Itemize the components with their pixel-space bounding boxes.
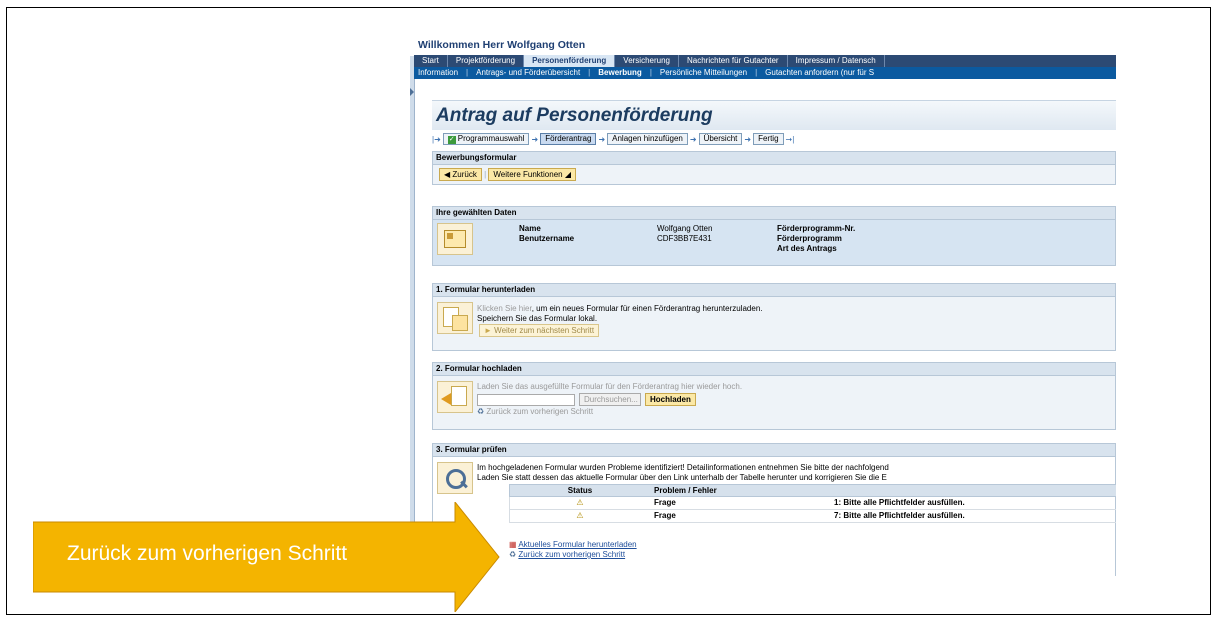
row-message: 7: Bitte alle Pflichtfelder ausfüllen. (834, 511, 965, 520)
top-navigation: Start Projektförderung Personenförderung… (414, 55, 1116, 67)
expand-arrow-icon[interactable] (410, 88, 414, 96)
step3-text: Im hochgeladenen Formular wurden Problem… (477, 463, 889, 483)
form-title: Bewerbungsformular (433, 152, 1115, 165)
separator: | (649, 68, 652, 77)
user-values: Wolfgang Otten CDF3BB7E431 (657, 224, 712, 244)
roadmap-step-programmauswahl[interactable]: ✓ Programmauswahl (442, 133, 530, 145)
arrow-right-icon: ➜ (531, 134, 539, 144)
id-card-icon (437, 223, 473, 255)
selected-data-title: Ihre gewählten Daten (433, 207, 1115, 220)
table-row: ⚠ Frage 1: Bitte alle Pflichtfelder ausf… (509, 497, 1116, 510)
roadmap-start-icon: |➜ (432, 134, 441, 144)
col-problem: Problem / Fehler (654, 486, 717, 495)
step2-back-link[interactable]: ♻ Zurück zum vorherigen Schritt (477, 407, 742, 417)
subnav-information[interactable]: Information (414, 67, 462, 79)
callout-text: Zurück zum vorherigen Schritt (67, 542, 348, 565)
form-toolbar: ◀ Zurück | Weitere Funktionen ◢ (433, 165, 1115, 184)
back-step-icon: ♻ (477, 407, 485, 416)
program-label: Förderprogramm (777, 234, 842, 243)
roadmap: |➜ ✓ Programmauswahl ➜ Förderantrag ➜ Anl… (432, 133, 1116, 145)
table-row: ⚠ Frage 7: Bitte alle Pflichtfelder ausf… (509, 510, 1116, 523)
portal-screenshot: Willkommen Herr Wolfgang Otten Start Pro… (410, 36, 1116, 576)
left-strip (410, 56, 415, 576)
next-step-button[interactable]: ► Weiter zum nächsten Schritt (479, 324, 600, 337)
step1-title: 1. Formular herunterladen (433, 284, 1115, 297)
inspect-document-icon (437, 462, 473, 494)
more-functions-button[interactable]: Weitere Funktionen ◢ (488, 168, 576, 181)
callout-arrow: Zurück zum vorherigen Schritt (32, 500, 503, 617)
checkmark-icon: ✓ (447, 136, 456, 144)
upload-button[interactable]: Hochladen (645, 393, 696, 406)
save-hint: Speichern Sie das Formular lokal. (477, 314, 598, 323)
step2-panel: 2. Formular hochladen Laden Sie das ausg… (432, 362, 1116, 430)
subnav-mitteilungen[interactable]: Persönliche Mitteilungen (656, 67, 751, 79)
roadmap-step-anlagen[interactable]: Anlagen hinzufügen (607, 133, 688, 145)
back-button[interactable]: ◀ Zurück (439, 168, 482, 181)
subnav-antragsuebersicht[interactable]: Antrags- und Förderübersicht (472, 67, 584, 79)
separator: | (466, 68, 469, 77)
download-current-form-link[interactable]: ▦ Aktuelles Formular herunterladen (509, 540, 637, 550)
username-value: CDF3BB7E431 (657, 234, 712, 243)
download-document-icon (437, 302, 473, 334)
application-form-panel: Bewerbungsformular ◀ Zurück | Weitere Fu… (432, 151, 1116, 185)
step3-panel: 3. Formular prüfen Im hochgeladenen Form… (432, 443, 1116, 576)
separator: | (755, 68, 758, 77)
download-link[interactable]: Klicken Sie hier (477, 304, 532, 313)
problem-table: Status Problem / Fehler ⚠ Frage 1: Bitte… (509, 484, 1116, 523)
step3-links: ▦ Aktuelles Formular herunterladen ♻ Zur… (509, 540, 637, 560)
table-header: Status Problem / Fehler (509, 484, 1116, 497)
program-labels: Förderprogramm-Nr. Förderprogramm Art de… (777, 224, 855, 254)
subnav-bewerbung[interactable]: Bewerbung (594, 67, 646, 79)
back-step-icon: ♻ (509, 550, 517, 559)
selected-data-panel: Ihre gewählten Daten Name Benutzername W… (432, 206, 1116, 266)
application-type-label: Art des Antrags (777, 244, 837, 253)
separator: | (588, 68, 591, 77)
nav-tab-projektfoerderung[interactable]: Projektförderung (448, 55, 525, 67)
step2-text: Laden Sie das ausgefüllte Formular für d… (477, 382, 742, 417)
step3-message-1: Im hochgeladenen Formular wurden Problem… (477, 463, 889, 472)
step1-panel: 1. Formular herunterladen Klicken Sie hi… (432, 283, 1116, 351)
step3-message-2: Laden Sie statt dessen das aktuelle Form… (477, 473, 887, 482)
nav-tab-versicherung[interactable]: Versicherung (615, 55, 679, 67)
nav-tab-start[interactable]: Start (414, 55, 448, 67)
arrow-right-icon: ➜ (598, 134, 606, 144)
username-label: Benutzername (519, 234, 575, 243)
warning-icon: ⚠ (576, 498, 584, 507)
roadmap-step-foerderantrag[interactable]: Förderantrag (540, 133, 597, 145)
step1-text: Klicken Sie hier, um ein neues Formular … (477, 304, 763, 337)
browse-button[interactable]: Durchsuchen... (579, 393, 641, 406)
file-path-input[interactable] (477, 393, 575, 406)
name-value: Wolfgang Otten (657, 224, 713, 233)
nav-tab-personenfoerderung[interactable]: Personenförderung (524, 55, 616, 67)
nav-tab-nachrichten[interactable]: Nachrichten für Gutachter (679, 55, 788, 67)
pdf-icon: ▦ (509, 540, 517, 549)
step2-title: 2. Formular hochladen (433, 363, 1115, 376)
row-message: 1: Bitte alle Pflichtfelder ausfüllen. (834, 498, 965, 507)
welcome-text: Willkommen Herr Wolfgang Otten (418, 39, 586, 51)
step3-back-link[interactable]: ♻ Zurück zum vorherigen Schritt (509, 550, 637, 560)
nav-tab-impressum[interactable]: Impressum / Datensch (788, 55, 885, 67)
row-type: Frage (654, 498, 676, 507)
warning-icon: ⚠ (576, 511, 584, 520)
upload-hint: Laden Sie das ausgefüllte Formular für d… (477, 382, 743, 391)
upload-document-icon (437, 381, 473, 413)
roadmap-step-uebersicht[interactable]: Übersicht (698, 133, 743, 145)
row-type: Frage (654, 511, 676, 520)
page-title: Antrag auf Personenförderung (432, 100, 1116, 130)
col-status: Status (567, 486, 593, 495)
name-label: Name (519, 224, 541, 233)
arrow-right-icon: ➜ (744, 134, 752, 144)
step3-title: 3. Formular prüfen (433, 444, 1115, 457)
user-labels: Name Benutzername (519, 224, 574, 244)
subnav-gutachten[interactable]: Gutachten anfordern (nur für S (761, 67, 878, 79)
program-nr-label: Förderprogramm-Nr. (777, 224, 856, 233)
sub-navigation: Information | Antrags- und Förderübersich… (414, 67, 1116, 79)
roadmap-step-fertig[interactable]: Fertig (753, 133, 784, 145)
arrow-right-icon: ➜ (689, 134, 697, 144)
roadmap-end-icon: ➞| (785, 134, 795, 144)
